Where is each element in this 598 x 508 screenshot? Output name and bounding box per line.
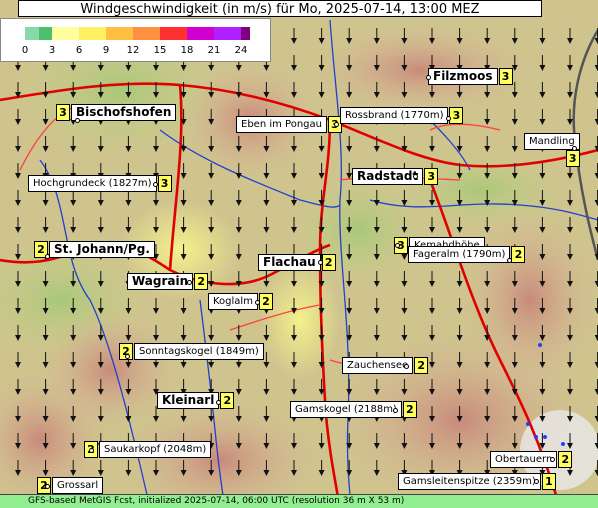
wind-speed-value: 2 xyxy=(194,273,209,290)
place-marker xyxy=(153,182,158,187)
wind-speed-value: 2 xyxy=(321,254,336,271)
place-name: Eben im Pongau xyxy=(236,116,327,133)
place-marker xyxy=(318,260,323,265)
wind-speed-value: 3 xyxy=(424,168,439,185)
place-name: Hochgrundeck (1827m) xyxy=(28,175,157,192)
wind-speed-value: 2 xyxy=(511,246,526,263)
place-marker xyxy=(187,280,192,285)
place-marker xyxy=(534,479,539,484)
place-label: Mandling 3 xyxy=(524,133,580,167)
place-label: Gamskogel (2188m) 2 xyxy=(290,401,418,418)
wind-speed-value: 3 xyxy=(565,150,580,167)
legend-swatch xyxy=(79,27,106,40)
legend-swatch xyxy=(38,27,52,40)
wind-map: Windgeschwindigkeit (in m/s) für Mo, 202… xyxy=(0,0,598,508)
legend-tick-label: 18 xyxy=(180,45,194,56)
legend-swatch xyxy=(187,27,214,40)
place-name: Bischofshofen xyxy=(71,104,177,121)
legend-tick-label: 6 xyxy=(75,45,83,56)
legend-swatch xyxy=(214,27,241,40)
forecast-footer: GFS-based MetGIS Fcst, initialized 2025-… xyxy=(0,494,598,508)
wind-speed-value: 3 xyxy=(449,107,464,124)
wind-speed-value: 2 xyxy=(258,293,273,310)
place-marker xyxy=(125,354,130,359)
legend-color-bar xyxy=(25,27,250,40)
place-label: Gamsleitenspitze (2359m) 1 xyxy=(398,473,557,490)
place-name: Filzmoos xyxy=(428,68,498,85)
place-marker xyxy=(550,457,555,462)
place-marker xyxy=(404,364,409,369)
place-label: Flachau 2 xyxy=(258,254,337,271)
place-marker xyxy=(395,243,400,248)
place-name: Sonntagskogel (1849m) xyxy=(134,343,264,360)
place-marker xyxy=(216,400,221,405)
wind-speed-value: 3 xyxy=(56,104,70,121)
place-marker xyxy=(413,174,418,179)
legend-tick-label: 24 xyxy=(234,45,248,56)
place-label: Wagrain 2 xyxy=(127,273,209,290)
place-label: Koglalm 2 xyxy=(208,293,274,310)
wind-speed-value: 3 xyxy=(498,68,513,85)
place-name: Fageralm (1790m) xyxy=(408,246,511,263)
legend-tick-label: 3 xyxy=(48,45,56,56)
legend-tick-label: 21 xyxy=(207,45,221,56)
place-name: Kleinarl xyxy=(157,392,220,409)
place-name: Zauchensee xyxy=(342,357,414,374)
place-marker xyxy=(572,146,577,151)
place-label: Hochgrundeck (1827m) 3 xyxy=(28,175,173,192)
place-label: 2Saukarkopf (2048m) xyxy=(83,441,212,458)
place-label: Filzmoos 3 xyxy=(428,68,514,85)
legend-swatch xyxy=(25,27,39,40)
wind-speed-legend: 0 3 6 9 12 15 18 21 24 xyxy=(0,18,271,62)
place-marker xyxy=(45,484,50,489)
place-label: 3 Bischofshofen xyxy=(55,104,177,121)
place-name: Wagrain xyxy=(127,273,194,290)
place-label: 2 St. Johann/Pg. xyxy=(33,241,155,258)
place-marker xyxy=(334,122,339,127)
wind-speed-value: 2 xyxy=(414,357,429,374)
place-label: Rossbrand (1770m) 3 xyxy=(340,107,464,124)
wind-speed-value: 3 xyxy=(157,175,172,192)
map-title: Windgeschwindigkeit (in m/s) für Mo, 202… xyxy=(18,0,542,17)
place-marker xyxy=(393,408,398,413)
place-name: Rossbrand (1770m) xyxy=(340,107,449,124)
place-marker xyxy=(75,118,80,123)
place-label: Obertauern 2 xyxy=(490,451,573,468)
place-marker xyxy=(507,258,512,263)
place-label: Eben im Pongau3 xyxy=(236,116,343,133)
place-name: Obertauern xyxy=(490,451,558,468)
place-name: Gamskogel (2188m) xyxy=(290,401,402,418)
wind-speed-value: 2 xyxy=(220,392,235,409)
place-name: Saukarkopf (2048m) xyxy=(99,441,212,458)
place-marker xyxy=(45,254,50,259)
place-label: Radstadt 3 xyxy=(352,168,439,185)
legend-tick-label: 15 xyxy=(153,45,167,56)
legend-tick-label: 12 xyxy=(126,45,140,56)
place-label: Zauchensee 2 xyxy=(342,357,429,374)
place-name: St. Johann/Pg. xyxy=(49,241,155,258)
place-marker xyxy=(446,116,451,121)
legend-swatch xyxy=(241,27,250,40)
legend-swatch xyxy=(52,27,79,40)
wind-speed-value: 2 xyxy=(558,451,573,468)
place-name: Koglalm xyxy=(208,293,258,310)
place-name: Flachau xyxy=(258,254,321,271)
place-name: Grossarl xyxy=(52,477,104,494)
wind-speed-value: 1 xyxy=(541,473,556,490)
legend-tick-label: 0 xyxy=(21,45,29,56)
place-marker xyxy=(89,448,94,453)
place-label: Kleinarl 2 xyxy=(157,392,235,409)
legend-swatch xyxy=(133,27,160,40)
place-marker xyxy=(426,75,431,80)
legend-swatch xyxy=(106,27,133,40)
legend-tick-label: 9 xyxy=(102,45,110,56)
wind-speed-value: 2 xyxy=(402,401,417,418)
place-name: Gamsleitenspitze (2359m) xyxy=(398,473,541,490)
legend-swatch xyxy=(160,27,187,40)
place-marker xyxy=(255,300,260,305)
place-label: 2 Sonntagskogel (1849m) xyxy=(118,343,264,360)
